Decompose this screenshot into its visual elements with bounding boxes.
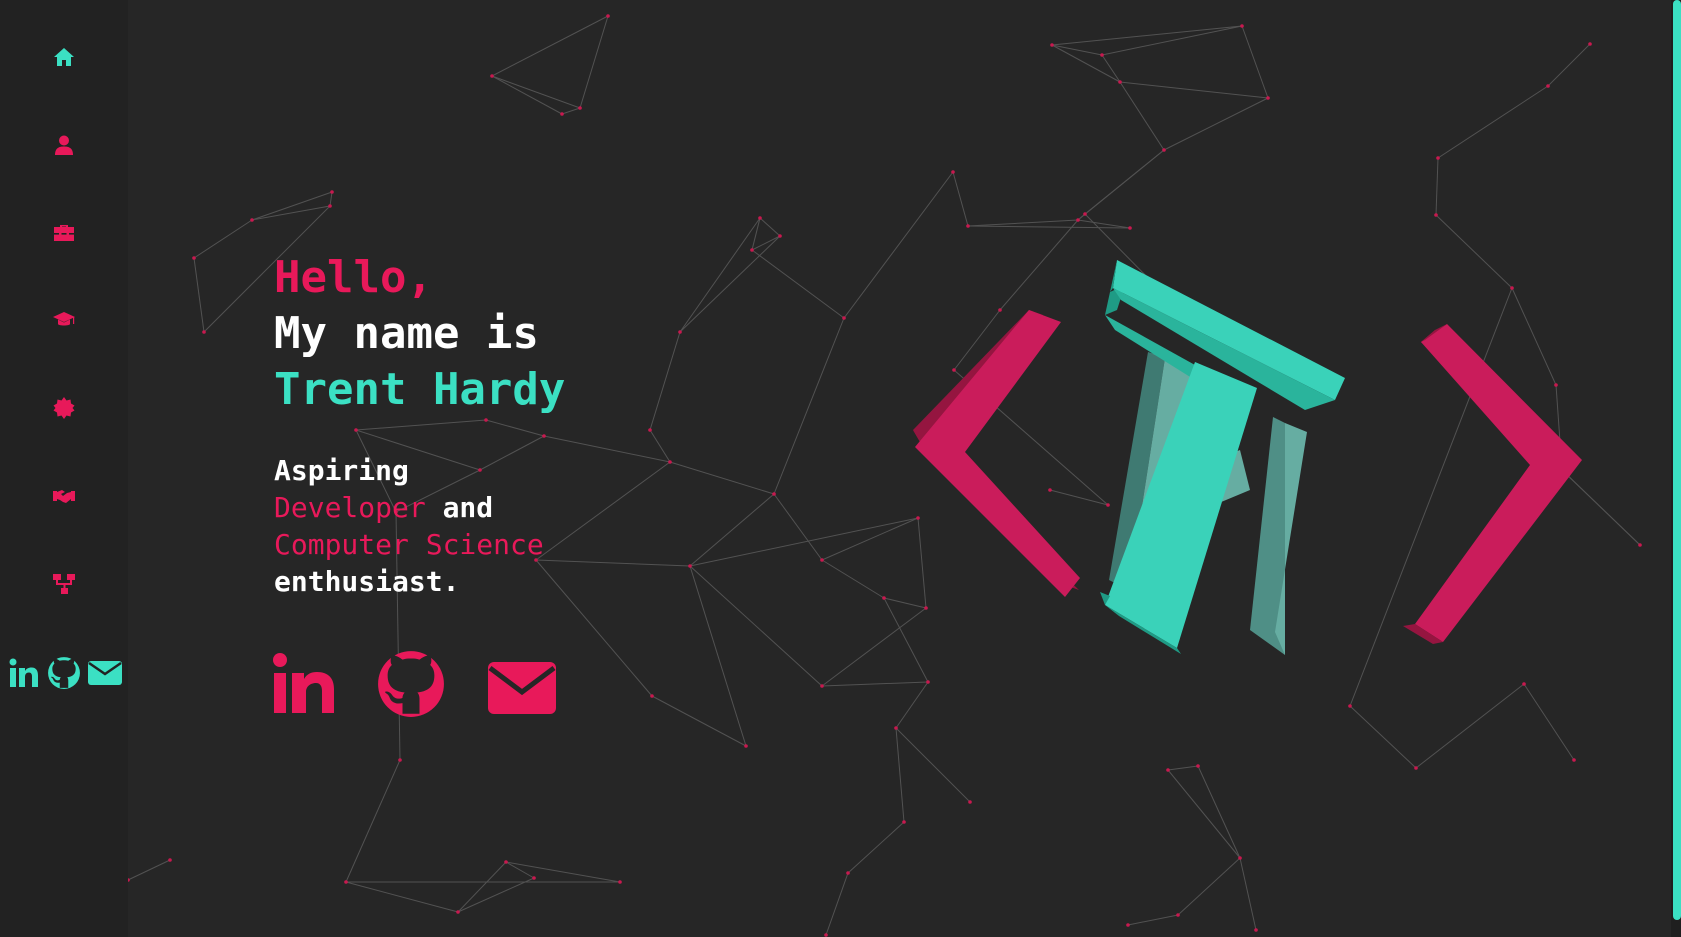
tagline-line-2: Developer and [274,489,544,526]
scrollbar-thumb[interactable] [1673,0,1681,920]
user-icon [55,135,73,155]
sidebar-github-link[interactable] [47,656,81,690]
greeting-text: Hello, [274,252,433,303]
linkedin-icon [9,658,38,687]
tagline-line-1: Aspiring [274,454,409,487]
sitemap-icon [53,574,75,594]
right-chevron-icon [1403,324,1582,644]
nav-about[interactable] [46,127,82,163]
tagline: Aspiring Developer and Computer Science … [274,452,544,600]
page: Hello, My name is Trent Hardy Aspiring D… [0,0,1681,937]
tagline-and: and [425,491,494,524]
linkedin-icon [273,653,334,713]
sidebar-social-links [8,655,122,691]
envelope-icon [488,662,556,714]
nav-education[interactable] [46,302,82,338]
hero-github-link[interactable] [377,650,445,722]
hero-email-link[interactable] [488,662,556,718]
graduation-cap-icon [53,312,75,326]
left-chevron-icon [913,310,1080,597]
name-text: Trent Hardy [274,364,566,415]
hero-social-links [272,650,562,726]
nav-certifications[interactable] [46,390,82,426]
intro-text: My name is [274,308,539,359]
sidebar-email-link[interactable] [88,659,122,687]
toolbox-icon [54,225,74,241]
envelope-icon [88,661,122,685]
tagline-line-4: enthusiast. [274,565,460,598]
sidebar [0,0,128,937]
scrollbar[interactable] [1671,0,1681,937]
nav-volunteering[interactable] [46,478,82,514]
ht-logo [913,260,1582,655]
badge-icon [53,397,75,419]
tagline-line-3: Computer Science [274,528,544,561]
nav-projects[interactable] [46,566,82,602]
sidebar-linkedin-link[interactable] [8,657,40,689]
github-icon [378,651,444,717]
hero-linkedin-link[interactable] [272,650,336,720]
tagline-developer: Developer [274,491,426,524]
nav-skills[interactable] [46,215,82,251]
handshake-icon [53,490,75,503]
github-icon [48,657,80,689]
hero-heading: Hello, My name is Trent Hardy [274,250,634,418]
nav-home[interactable] [46,39,82,75]
home-icon [54,48,74,66]
